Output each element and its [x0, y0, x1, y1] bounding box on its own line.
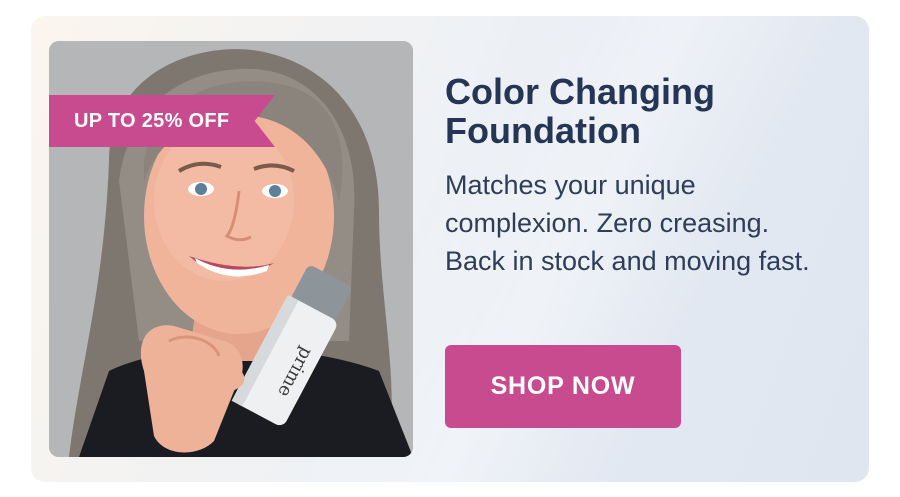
promo-card: prime UP TO 25% OFF Color Changing Found…	[31, 16, 869, 482]
promo-description: Matches your unique complexion. Zero cre…	[445, 170, 810, 276]
product-photo: prime UP TO 25% OFF	[49, 41, 413, 457]
promo-title: Color Changing Foundation	[445, 71, 715, 151]
discount-badge: UP TO 25% OFF	[49, 95, 275, 147]
shop-now-button[interactable]: SHOP NOW	[445, 345, 681, 428]
